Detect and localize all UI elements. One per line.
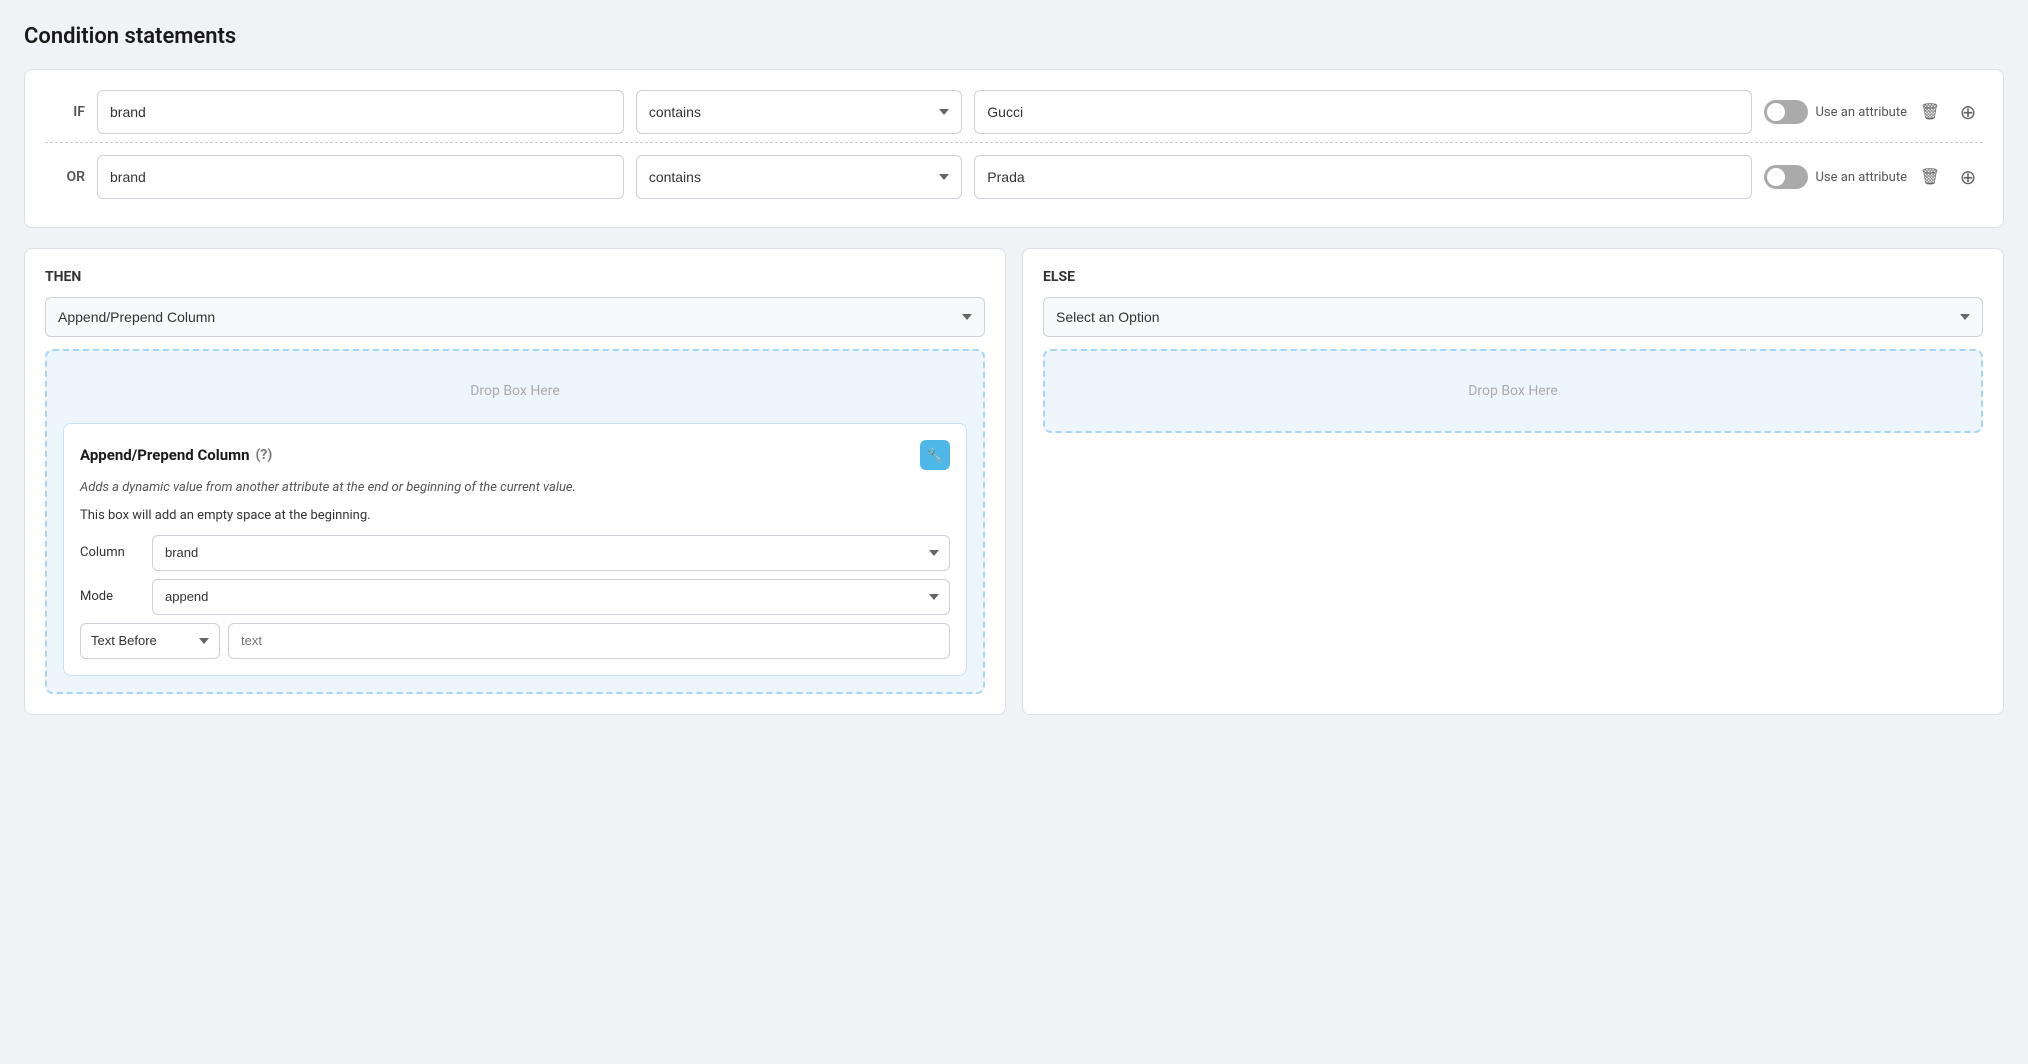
- else-drop-box: Drop Box Here: [1043, 349, 1983, 433]
- if-use-attribute-toggle[interactable]: [1764, 100, 1808, 124]
- or-field-input[interactable]: [97, 155, 624, 199]
- text-value-input[interactable]: [228, 623, 950, 659]
- or-divider: [45, 142, 1983, 143]
- text-position-select[interactable]: Text Before Text After: [80, 623, 220, 659]
- else-drop-placeholder: Drop Box Here: [1061, 367, 1965, 415]
- or-add-button[interactable]: ⊕: [1953, 162, 1983, 192]
- card-header: Append/Prepend Column (?) 🔧: [80, 440, 950, 470]
- mode-select[interactable]: append prepend: [152, 579, 950, 615]
- or-label: OR: [45, 169, 85, 185]
- or-use-attribute-label: Use an attribute: [1816, 170, 1908, 185]
- then-drop-box: Drop Box Here Append/Prepend Column (?) …: [45, 349, 985, 694]
- then-else-section: THEN Append/Prepend Column Set Value Rep…: [24, 248, 2004, 715]
- then-action-select[interactable]: Append/Prepend Column Set Value Replace …: [45, 297, 985, 337]
- else-action-select[interactable]: Select an Option Append/Prepend Column S…: [1043, 297, 1983, 337]
- column-label: Column: [80, 545, 140, 560]
- help-icon[interactable]: (?): [256, 447, 273, 463]
- card-note: This box will add an empty space at the …: [80, 508, 950, 523]
- if-field-input[interactable]: [97, 90, 624, 134]
- or-use-attribute-toggle[interactable]: [1764, 165, 1808, 189]
- if-label: IF: [45, 104, 85, 120]
- if-operator-select[interactable]: contains equals starts with ends with no…: [636, 90, 962, 134]
- mode-row: Mode append prepend: [80, 579, 950, 615]
- if-use-attribute-label: Use an attribute: [1816, 105, 1908, 120]
- card-description: Adds a dynamic value from another attrib…: [80, 478, 950, 498]
- or-use-attribute-group: Use an attribute 🗑 ⊕: [1764, 162, 1984, 192]
- then-drop-placeholder: Drop Box Here: [63, 367, 967, 415]
- if-add-button[interactable]: ⊕: [1953, 97, 1983, 127]
- if-use-attribute-group: Use an attribute 🗑 ⊕: [1764, 97, 1984, 127]
- else-header: ELSE: [1043, 269, 1983, 285]
- wrench-button[interactable]: 🔧: [920, 440, 950, 470]
- card-title-text: Append/Prepend Column: [80, 446, 250, 464]
- page-title: Condition statements: [24, 24, 2004, 49]
- column-row: Column brand title description price: [80, 535, 950, 571]
- else-block: ELSE Select an Option Append/Prepend Col…: [1022, 248, 2004, 715]
- condition-section: IF contains equals starts with ends with…: [24, 69, 2004, 228]
- or-delete-button[interactable]: 🗑: [1915, 162, 1945, 192]
- mode-label: Mode: [80, 589, 140, 604]
- if-delete-button[interactable]: 🗑: [1915, 97, 1945, 127]
- or-operator-select[interactable]: contains equals starts with ends with no…: [636, 155, 962, 199]
- then-header: THEN: [45, 269, 985, 285]
- text-before-row: Text Before Text After: [80, 623, 950, 659]
- if-value-input[interactable]: [974, 90, 1751, 134]
- or-row: OR contains equals starts with ends with…: [45, 155, 1983, 199]
- or-value-input[interactable]: [974, 155, 1751, 199]
- then-block: THEN Append/Prepend Column Set Value Rep…: [24, 248, 1006, 715]
- append-prepend-card: Append/Prepend Column (?) 🔧 Adds a dynam…: [63, 423, 967, 676]
- if-row: IF contains equals starts with ends with…: [45, 90, 1983, 134]
- column-select[interactable]: brand title description price: [152, 535, 950, 571]
- card-title: Append/Prepend Column (?): [80, 446, 272, 464]
